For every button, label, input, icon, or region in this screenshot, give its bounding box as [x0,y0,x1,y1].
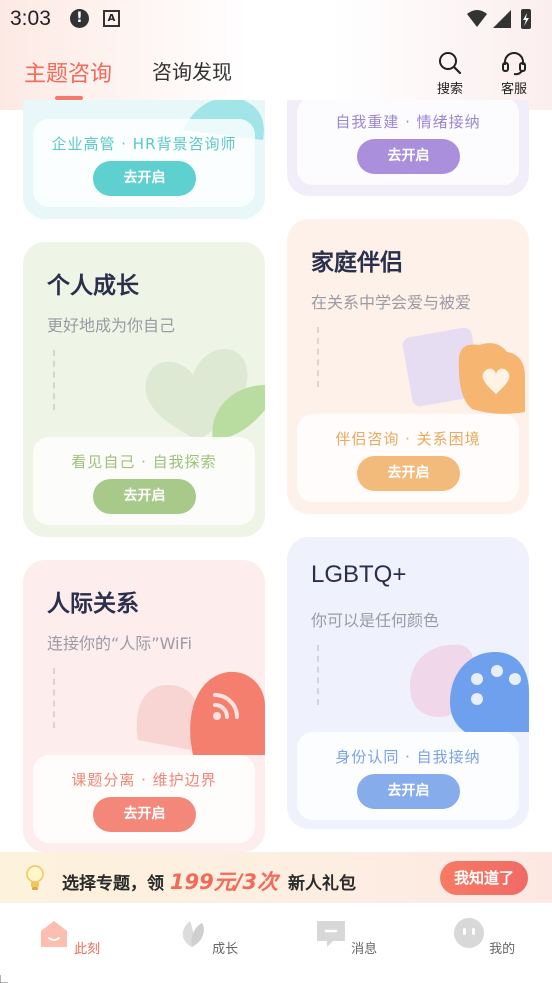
card-personal-growth[interactable]: 个人成长 更好地成为你自己 看见自己 · 自我探索 去开启 [23,242,265,537]
dash-line [53,350,55,410]
dash-line [53,668,55,728]
headset-icon [502,52,526,76]
leaf-icon [182,921,204,947]
tabbar-label-messages: 消息 [351,942,378,957]
promo-text: 选择专题，领 199元/3次 新人礼包 [62,866,356,896]
promo-banner: 选择专题，领 199元/3次 新人礼包 我知道了 [0,852,552,902]
lgbt-decoration [410,644,529,732]
promo-price: 199元/3次 [169,870,279,894]
family-open-button[interactable]: 去开启 [357,456,460,491]
wifi-icon [467,10,487,27]
social-subtitle: 连接你的“人际”WiFi [47,634,192,653]
social-box: 课题分离 · 维护边界 去开启 [33,755,255,843]
font-a-icon: A [103,10,120,27]
social-tag: 课题分离 · 维护边界 [71,771,217,789]
status-time: 3:03 [10,7,51,30]
got-it-button[interactable]: 我知道了 [440,861,528,895]
card-lgbtq[interactable]: LGBTQ+ 你可以是任何颜色 身份认同 · 自我接纳 去开启 [287,537,529,829]
lgbt-subtitle: 你可以是任何颜色 [311,611,440,630]
dash-line [317,327,319,387]
header: 主题咨询 咨询发现 搜索 客服 [0,40,552,100]
status-bar: 3:03 ! A [0,0,552,38]
career-open-button[interactable]: 去开启 [93,161,196,196]
search-label: 搜索 [436,82,463,97]
card-self-rebuild[interactable]: 自我重建 · 情绪接纳 去开启 [287,100,529,196]
home-icon [40,921,67,947]
social-title: 人际关系 [47,591,139,617]
tabbar-item-now[interactable]: 此刻 [29,917,109,957]
lightbulb-icon [26,865,44,890]
self-tag: 自我重建 · 情绪接纳 [335,113,481,131]
bottom-tab-bar: 此刻 成长 消息 我的 [0,902,552,983]
alert-icon: ! [70,9,89,28]
dash-line [317,645,319,705]
promo-text-after: 新人礼包 [287,874,356,894]
tabbar-label-growth: 成长 [212,942,239,957]
lgbt-tag: 身份认同 · 自我接纳 [335,748,481,766]
card-career[interactable]: 企业高管 · HR背景咨询师 去开启 [23,100,265,219]
growth-decoration [145,348,265,440]
family-tag: 伴侣咨询 · 关系困境 [335,430,481,448]
social-decoration [136,671,265,755]
self-box: 自我重建 · 情绪接纳 去开启 [297,100,519,185]
family-decoration [402,327,525,414]
card-interpersonal[interactable]: 人际关系 连接你的“人际”WiFi 课题分离 · 维护边界 去开启 [23,560,265,852]
career-tag: 企业高管 · HR背景咨询师 [51,135,237,153]
tab-consult-discover[interactable]: 咨询发现 [152,56,232,85]
tabbar-item-mine[interactable]: 我的 [444,917,524,957]
social-open-button[interactable]: 去开启 [93,797,196,832]
growth-tag: 看见自己 · 自我探索 [71,453,217,471]
lgbt-box: 身份认同 · 自我接纳 去开启 [297,732,519,820]
topic-cards: 企业高管 · HR背景咨询师 去开启 自我重建 · 情绪接纳 去开启 个人成长 … [0,100,552,852]
tabbar-item-growth[interactable]: 成长 [167,917,247,957]
corner-indicator-icon [0,975,8,983]
tabbar-label-now: 此刻 [74,942,101,957]
family-box: 伴侣咨询 · 关系困境 去开启 [297,414,519,502]
family-subtitle: 在关系中学会爱与被爱 [311,293,472,312]
lgbt-open-button[interactable]: 去开启 [357,774,460,809]
growth-box: 看见自己 · 自我探索 去开启 [33,437,255,525]
signal-icon [493,10,511,28]
career-box: 企业高管 · HR背景咨询师 去开启 [33,119,255,207]
growth-title: 个人成长 [47,273,139,299]
growth-subtitle: 更好地成为你自己 [47,316,176,335]
search-icon [439,52,462,75]
promo-text-before: 选择专题，领 [62,874,164,894]
profile-icon [453,918,484,948]
tab-topic-consult[interactable]: 主题咨询 [24,56,112,88]
lgbt-title: LGBTQ+ [311,561,407,588]
service-label: 客服 [500,82,527,97]
card-family-partner[interactable]: 家庭伴侣 在关系中学会爱与被爱 伴侣咨询 · 关系困境 去开启 [287,219,529,514]
growth-open-button[interactable]: 去开启 [93,479,196,514]
self-open-button[interactable]: 去开启 [357,139,460,174]
message-icon [316,921,345,947]
system-status-icons [467,9,531,29]
customer-service-button[interactable]: 客服 [494,50,534,97]
tabbar-label-mine: 我的 [489,942,516,957]
family-title: 家庭伴侣 [311,250,403,276]
tabbar-item-messages[interactable]: 消息 [306,917,386,957]
search-button[interactable]: 搜索 [430,50,470,97]
